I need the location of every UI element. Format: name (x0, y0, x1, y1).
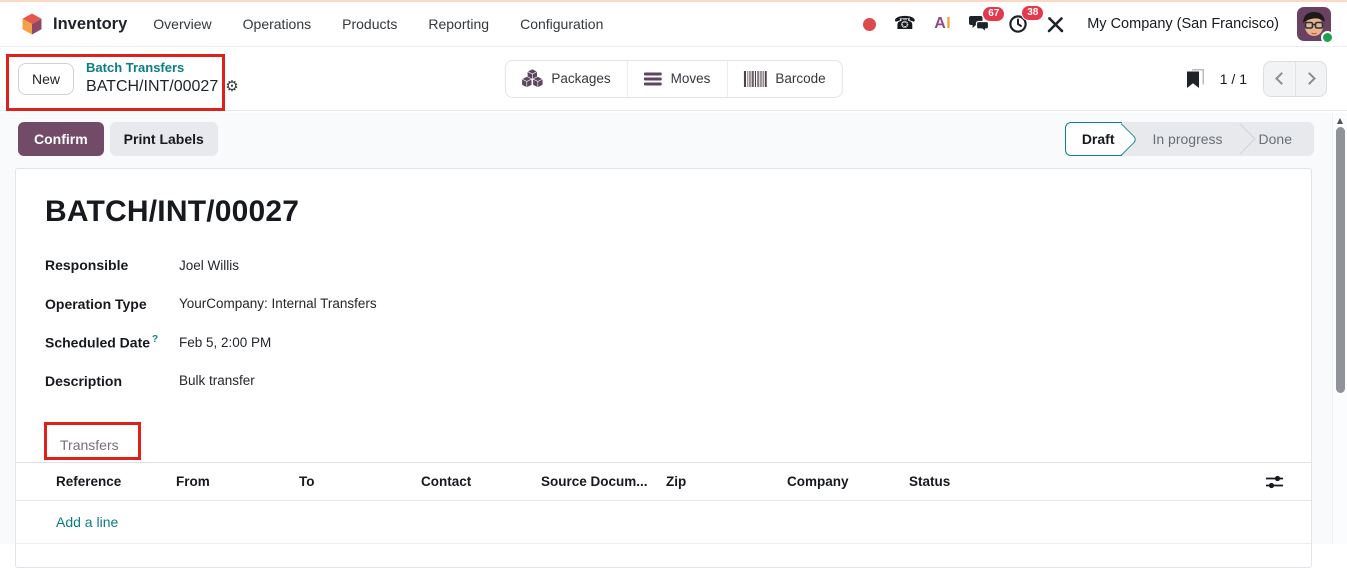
menu-products[interactable]: Products (340, 12, 399, 36)
user-avatar[interactable] (1297, 7, 1334, 44)
field-row-scheduled-date: Scheduled Date? Feb 5, 2:00 PM (45, 323, 1311, 362)
top-navbar: Inventory Overview Operations Products R… (0, 2, 1347, 47)
online-status-dot (1321, 31, 1334, 44)
form-statusbar-row: Confirm Print Labels Draft In progress D… (0, 113, 1332, 156)
help-tooltip-icon: ? (152, 333, 159, 345)
column-header-status[interactable]: Status (909, 474, 1311, 489)
bookmark-icon[interactable] (1186, 68, 1204, 89)
field-row-responsible: Responsible Joel Willis (45, 246, 1311, 285)
column-header-source-document[interactable]: Source Docum... (541, 474, 666, 489)
field-value-scheduled-date[interactable]: Feb 5, 2:00 PM (179, 335, 271, 350)
field-label-operation-type: Operation Type (45, 295, 147, 312)
app-switcher[interactable]: Inventory (20, 12, 127, 36)
pager-area: 1 / 1 (1186, 60, 1331, 97)
optional-columns-icon[interactable] (1266, 475, 1283, 489)
notebook-tabs: Transfers (16, 427, 1311, 463)
chevron-left-icon (1274, 72, 1288, 85)
smart-buttons-group: Packages Moves Barcode (504, 59, 843, 98)
stage-pipeline: Draft In progress Done (1064, 122, 1314, 156)
packages-button-label: Packages (551, 71, 611, 86)
messages-badge: 67 (982, 6, 1006, 22)
field-row-operation-type: Operation Type YourCompany: Internal Tra… (45, 285, 1311, 324)
column-header-to[interactable]: To (299, 474, 421, 489)
chevron-right-icon (1303, 72, 1316, 85)
stage-separator-icon (1223, 123, 1256, 155)
field-label-responsible: Responsible (45, 257, 129, 274)
voip-phone-icon[interactable]: ☎ (894, 15, 916, 33)
add-a-line-link[interactable]: Add a line (56, 514, 118, 530)
menu-reporting[interactable]: Reporting (426, 12, 491, 36)
vertical-scrollbar[interactable]: ▲ (1332, 113, 1347, 544)
table-add-line-row: Add a line (16, 501, 1311, 544)
main-menu: Overview Operations Products Reporting C… (151, 12, 605, 36)
inventory-app-icon (22, 13, 42, 35)
field-label-scheduled-date: Scheduled Date? (45, 333, 159, 351)
record-title: BATCH/INT/00027 (45, 195, 300, 228)
moves-button-label: Moves (670, 71, 711, 86)
menu-overview[interactable]: Overview (151, 12, 213, 36)
field-label-description: Description (45, 372, 123, 389)
tab-transfers[interactable]: Transfers (45, 428, 134, 462)
recording-indicator-icon[interactable] (862, 17, 876, 31)
menu-operations[interactable]: Operations (241, 12, 313, 36)
field-row-description: Description Bulk transfer (45, 362, 1311, 401)
packages-cubes-icon (521, 69, 543, 88)
messages-menu[interactable]: 67 (969, 6, 1006, 33)
pager-nav (1263, 60, 1327, 97)
field-group: Responsible Joel Willis Operation Type Y… (45, 246, 1311, 400)
pager-previous-button[interactable] (1264, 62, 1295, 96)
barcode-button-label: Barcode (775, 71, 826, 86)
print-labels-button[interactable]: Print Labels (109, 122, 218, 156)
gear-icon[interactable]: ⚙ (225, 77, 238, 96)
activities-menu[interactable]: 38 (1008, 5, 1045, 34)
breadcrumb: Batch Transfers BATCH/INT/00027 ⚙ (86, 60, 239, 96)
moves-button[interactable]: Moves (626, 60, 727, 97)
barcode-button[interactable]: Barcode (726, 60, 841, 97)
moves-lines-icon (643, 72, 662, 85)
pager-next-button[interactable] (1295, 61, 1326, 96)
breadcrumb-current: BATCH/INT/00027 (86, 77, 219, 95)
stage-draft[interactable]: Draft (1064, 122, 1139, 156)
content-area: Confirm Print Labels Draft In progress D… (0, 113, 1332, 568)
company-switcher[interactable]: My Company (San Francisco) (1087, 16, 1279, 32)
column-header-contact[interactable]: Contact (421, 474, 541, 489)
control-panel: New Batch Transfers BATCH/INT/00027 ⚙ Pa… (0, 47, 1347, 111)
confirm-button[interactable]: Confirm (18, 122, 104, 156)
menu-configuration[interactable]: Configuration (518, 12, 605, 36)
form-sheet: BATCH/INT/00027 Responsible Joel Willis … (15, 168, 1312, 568)
pager-value: 1 / 1 (1219, 70, 1247, 87)
app-name: Inventory (53, 14, 128, 33)
field-value-description[interactable]: Bulk transfer (179, 373, 255, 388)
column-header-company[interactable]: Company (787, 474, 909, 489)
debug-tools-icon[interactable] (1046, 15, 1065, 34)
packages-button[interactable]: Packages (505, 61, 626, 97)
field-value-responsible[interactable]: Joel Willis (179, 258, 239, 273)
column-header-reference[interactable]: Reference (56, 474, 176, 489)
ai-icon[interactable]: AI (934, 15, 951, 33)
new-button[interactable]: New (18, 62, 75, 95)
column-header-from[interactable]: From (176, 474, 299, 489)
topbar-systray: ☎ AI 67 38 My Company (San Francisco) (862, 5, 1334, 44)
barcode-icon (743, 70, 767, 87)
field-value-operation-type[interactable]: YourCompany: Internal Transfers (179, 296, 377, 311)
breadcrumb-parent-link[interactable]: Batch Transfers (86, 60, 239, 76)
column-header-zip[interactable]: Zip (666, 474, 787, 489)
activities-badge: 38 (1021, 5, 1045, 21)
transfers-table-header: Reference From To Contact Source Docum..… (16, 463, 1311, 501)
scrollbar-thumb[interactable] (1336, 127, 1345, 393)
scrollbar-up-arrow-icon[interactable]: ▲ (1333, 116, 1347, 125)
